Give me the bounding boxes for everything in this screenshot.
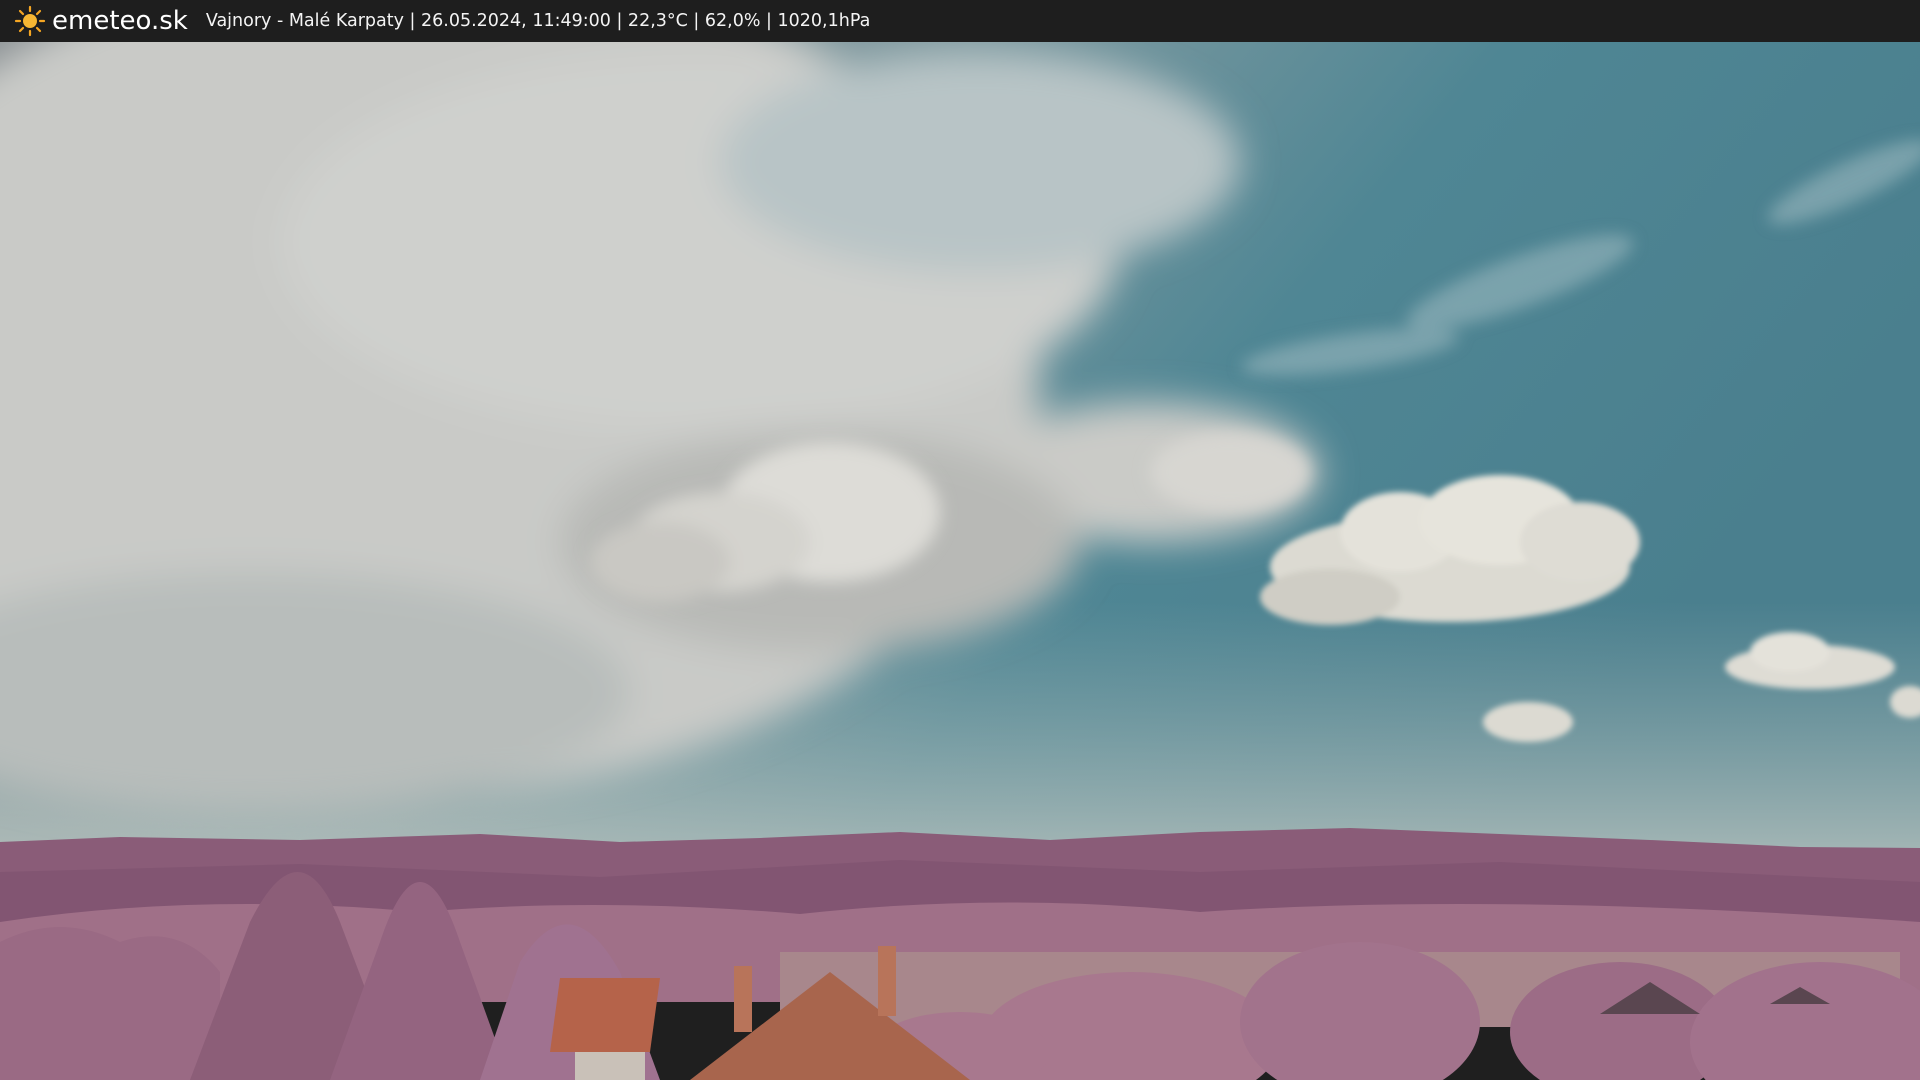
caption-bar: emeteo.sk Vajnory - Malé Karpaty | 26.05… xyxy=(0,0,1920,42)
sun-icon xyxy=(14,5,46,37)
camera-caption: Vajnory - Malé Karpaty | 26.05.2024, 11:… xyxy=(205,11,871,31)
webcam-scene xyxy=(0,42,1920,1080)
site-logo[interactable]: emeteo.sk xyxy=(14,5,188,37)
brand-name: emeteo.sk xyxy=(52,6,188,36)
webcam-frame: emeteo.sk Vajnory - Malé Karpaty | 26.05… xyxy=(0,0,1920,1080)
